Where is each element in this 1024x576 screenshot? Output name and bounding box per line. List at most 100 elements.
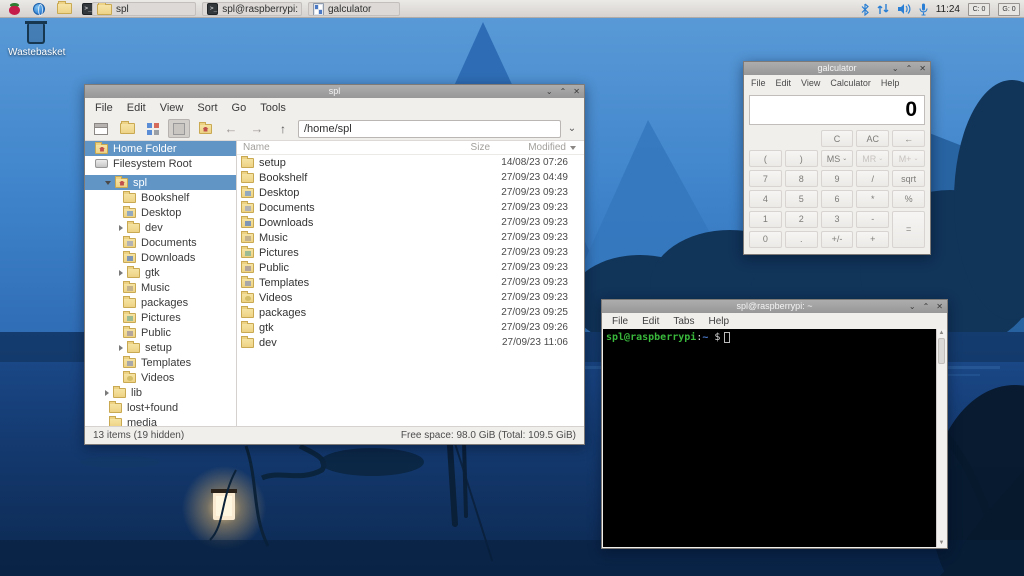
calc-button-sqrt[interactable]: sqrt xyxy=(892,170,925,188)
file-row-videos[interactable]: Videos 27/09/23 09:23 xyxy=(237,290,584,305)
back-button[interactable]: ← xyxy=(220,119,242,138)
scroll-down-icon[interactable]: ▼ xyxy=(937,539,946,547)
terminal-body[interactable]: spl@raspberrypi:~ $ ▲ ▼ xyxy=(603,329,946,547)
calc-button--[interactable]: * xyxy=(856,190,890,208)
calc-button--[interactable]: - xyxy=(856,210,890,228)
web-browser-icon[interactable] xyxy=(31,2,47,16)
file-row-public[interactable]: Public 27/09/23 09:23 xyxy=(237,260,584,275)
calc-button-ac[interactable]: AC xyxy=(856,130,890,148)
calc-button--[interactable]: ← xyxy=(892,130,925,148)
tree-item-lib[interactable]: lib xyxy=(85,385,236,400)
calc-menu-edit[interactable]: Edit xyxy=(771,77,797,89)
forward-button[interactable]: → xyxy=(246,119,268,138)
calc-button-0[interactable]: 0 xyxy=(749,230,782,248)
maximize-button[interactable]: ⌃ xyxy=(923,300,930,313)
new-window-button[interactable] xyxy=(90,119,112,138)
file-row-packages[interactable]: packages 27/09/23 09:25 xyxy=(237,305,584,320)
wastebasket-desktop-icon[interactable]: Wastebasket xyxy=(8,21,65,58)
file-row-music[interactable]: Music 27/09/23 09:23 xyxy=(237,230,584,245)
up-button[interactable]: ↑ xyxy=(272,119,294,138)
scroll-up-icon[interactable]: ▲ xyxy=(937,329,946,337)
scrollbar-thumb[interactable] xyxy=(938,338,945,364)
fm-menu-tools[interactable]: Tools xyxy=(253,101,293,115)
calc-button--[interactable]: / xyxy=(856,170,890,188)
calc-button--[interactable]: % xyxy=(892,190,925,208)
tree-item-bookshelf[interactable]: Bookshelf xyxy=(85,190,236,205)
file-manager-icon[interactable] xyxy=(56,1,72,16)
raspberry-menu-icon[interactable] xyxy=(6,2,22,16)
fm-menu-go[interactable]: Go xyxy=(225,101,254,115)
file-row-desktop[interactable]: Desktop 27/09/23 09:23 xyxy=(237,185,584,200)
calc-button-2[interactable]: 2 xyxy=(784,210,818,228)
calc-button-4[interactable]: 4 xyxy=(749,190,782,208)
file-row-bookshelf[interactable]: Bookshelf 27/09/23 04:49 xyxy=(237,170,584,185)
file-row-setup[interactable]: setup 14/08/23 07:26 xyxy=(237,155,584,170)
file-row-pictures[interactable]: Pictures 27/09/23 09:23 xyxy=(237,245,584,260)
calc-button-mr[interactable]: MR ⌄ xyxy=(856,150,890,168)
tree-item-videos[interactable]: Videos xyxy=(85,370,236,385)
minimize-button[interactable]: ⌄ xyxy=(909,300,916,313)
tree-item-media[interactable]: media xyxy=(85,415,236,426)
calc-button--[interactable]: . xyxy=(784,230,818,248)
minimize-button[interactable]: ⌄ xyxy=(892,62,899,75)
column-header-name[interactable]: Name xyxy=(241,142,438,153)
calc-button-5[interactable]: 5 xyxy=(784,190,818,208)
taskbar-window-spl-raspberrypi-[interactable]: >_ spl@raspberrypi: ~ xyxy=(202,2,302,16)
maximize-button[interactable]: ⌃ xyxy=(560,85,567,98)
icon-view-button[interactable] xyxy=(142,119,164,138)
expander-closed-icon[interactable] xyxy=(119,269,123,276)
close-button[interactable]: ✕ xyxy=(936,300,943,313)
fm-menu-sort[interactable]: Sort xyxy=(190,101,224,115)
place-item-filesystem-root[interactable]: Filesystem Root xyxy=(85,156,236,171)
term-menu-help[interactable]: Help xyxy=(701,315,736,328)
tree-item-desktop[interactable]: Desktop xyxy=(85,205,236,220)
maximize-button[interactable]: ⌃ xyxy=(906,62,913,75)
tree-item-downloads[interactable]: Downloads xyxy=(85,250,236,265)
expander-closed-icon[interactable] xyxy=(105,389,109,396)
tree-item-public[interactable]: Public xyxy=(85,325,236,340)
calc-button-ms[interactable]: MS ⌄ xyxy=(820,150,854,168)
cpu-monitor[interactable]: C: 0 xyxy=(968,2,990,16)
tree-item-packages[interactable]: packages xyxy=(85,295,236,310)
taskbar-window-galculator[interactable]: galculator xyxy=(308,2,400,16)
term-menu-file[interactable]: File xyxy=(605,315,635,328)
tree-item-spl[interactable]: spl xyxy=(85,175,236,190)
sort-descending-icon[interactable] xyxy=(566,145,580,150)
gpu-monitor[interactable]: G: 0 xyxy=(998,2,1020,16)
new-folder-button[interactable] xyxy=(116,119,138,138)
clock[interactable]: 11:24 xyxy=(936,4,960,15)
calc-menu-file[interactable]: File xyxy=(746,77,771,89)
file-row-gtk[interactable]: gtk 27/09/23 09:26 xyxy=(237,320,584,335)
calc-button-9[interactable]: 9 xyxy=(820,170,854,188)
calc-titlebar[interactable]: galculator ⌄ ⌃ ✕ xyxy=(744,62,930,75)
tree-item-dev[interactable]: dev xyxy=(85,220,236,235)
term-menu-tabs[interactable]: Tabs xyxy=(666,315,701,328)
tree-item-gtk[interactable]: gtk xyxy=(85,265,236,280)
tree-item-setup[interactable]: setup xyxy=(85,340,236,355)
fm-menu-edit[interactable]: Edit xyxy=(120,101,153,115)
calc-button--[interactable]: + xyxy=(856,230,890,248)
tree-item-pictures[interactable]: Pictures xyxy=(85,310,236,325)
tree-item-documents[interactable]: Documents xyxy=(85,235,236,250)
taskbar-window-spl[interactable]: spl xyxy=(92,2,196,16)
term-titlebar[interactable]: spl@raspberrypi: ~ ⌄ ⌃ ✕ xyxy=(602,300,947,313)
volume-icon[interactable] xyxy=(897,3,911,15)
calc-button-7[interactable]: 7 xyxy=(749,170,782,188)
calc-button-8[interactable]: 8 xyxy=(784,170,818,188)
fm-titlebar[interactable]: spl ⌄ ⌃ ✕ xyxy=(85,85,584,98)
fm-menu-file[interactable]: File xyxy=(88,101,120,115)
terminal-scrollbar[interactable]: ▲ ▼ xyxy=(936,329,946,547)
home-button[interactable] xyxy=(194,119,216,138)
file-row-templates[interactable]: Templates 27/09/23 09:23 xyxy=(237,275,584,290)
path-input[interactable]: /home/spl xyxy=(298,119,561,138)
column-header-size[interactable]: Size xyxy=(438,142,490,153)
calc-menu-help[interactable]: Help xyxy=(876,77,905,89)
tree-item-lost-found[interactable]: lost+found xyxy=(85,400,236,415)
calc-button--[interactable]: ( xyxy=(749,150,782,168)
calc-button--[interactable]: ) xyxy=(784,150,818,168)
file-row-documents[interactable]: Documents 27/09/23 09:23 xyxy=(237,200,584,215)
file-row-downloads[interactable]: Downloads 27/09/23 09:23 xyxy=(237,215,584,230)
close-button[interactable]: ✕ xyxy=(919,62,926,75)
expander-closed-icon[interactable] xyxy=(119,344,123,351)
calc-button-1[interactable]: 1 xyxy=(749,210,782,228)
